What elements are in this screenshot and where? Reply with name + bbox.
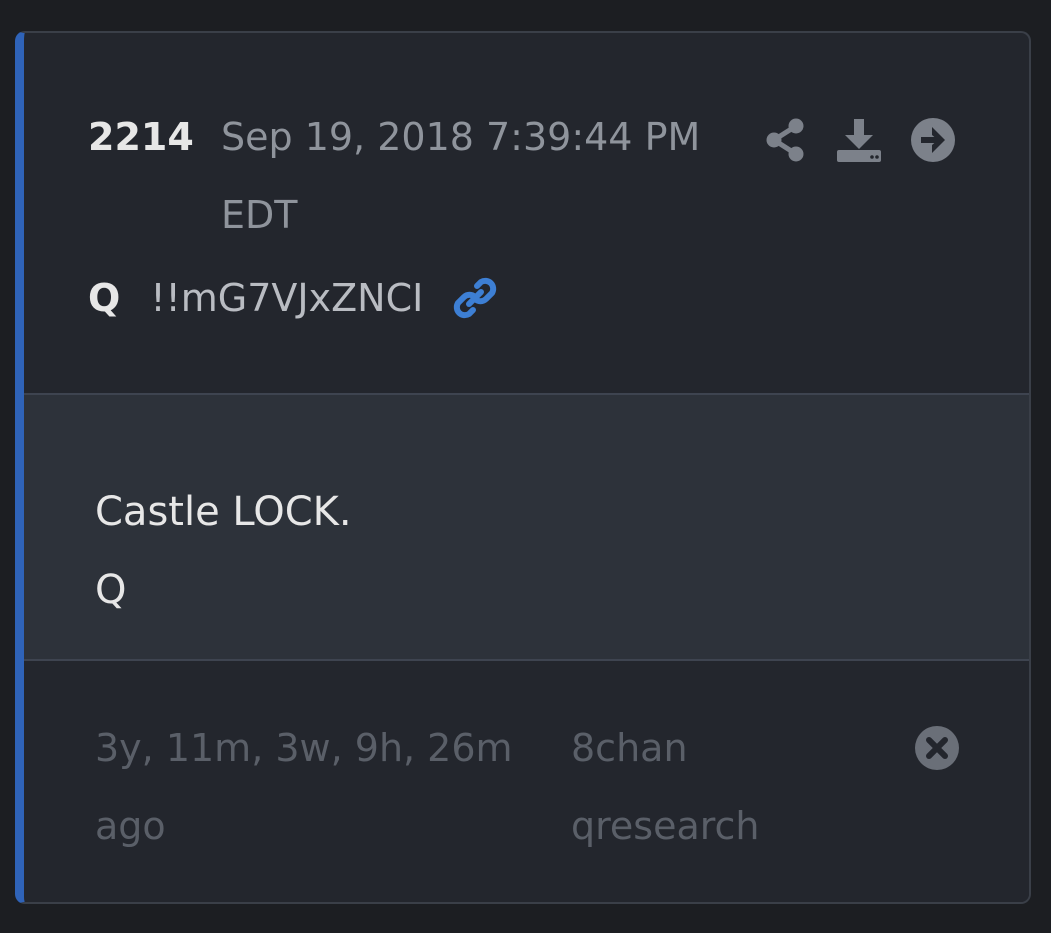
post-timestamp: Sep 19, 2018 7:39:44 PM EDT: [221, 115, 701, 237]
post-actions: [762, 117, 956, 163]
arrow-circle-right-icon[interactable]: [910, 117, 956, 163]
link-icon[interactable]: [451, 273, 501, 323]
post-card: 2214 Sep 19, 2018 7:39:44 PM EDT Q !!mG7…: [15, 31, 1031, 904]
download-icon[interactable]: [836, 117, 882, 163]
post-message: Castle LOCK. Q: [95, 489, 352, 613]
close-circle-icon[interactable]: [914, 725, 960, 771]
post-number[interactable]: 2214: [88, 115, 194, 159]
post-header: 2214 Sep 19, 2018 7:39:44 PM EDT Q !!mG7…: [24, 33, 1029, 395]
post-author: Q !!mG7VJxZNCI: [88, 273, 501, 323]
author-tripcode: !!mG7VJxZNCI: [150, 276, 424, 320]
share-icon[interactable]: [762, 117, 808, 163]
post-body: Castle LOCK. Q: [24, 395, 1029, 661]
author-name: Q: [88, 276, 121, 320]
post-source: 8chan qresearch: [571, 726, 760, 848]
elapsed-time: 3y, 11m, 3w, 9h, 26m ago: [95, 726, 513, 848]
post-footer: 3y, 11m, 3w, 9h, 26m ago 8chan qresearch: [24, 661, 1029, 902]
